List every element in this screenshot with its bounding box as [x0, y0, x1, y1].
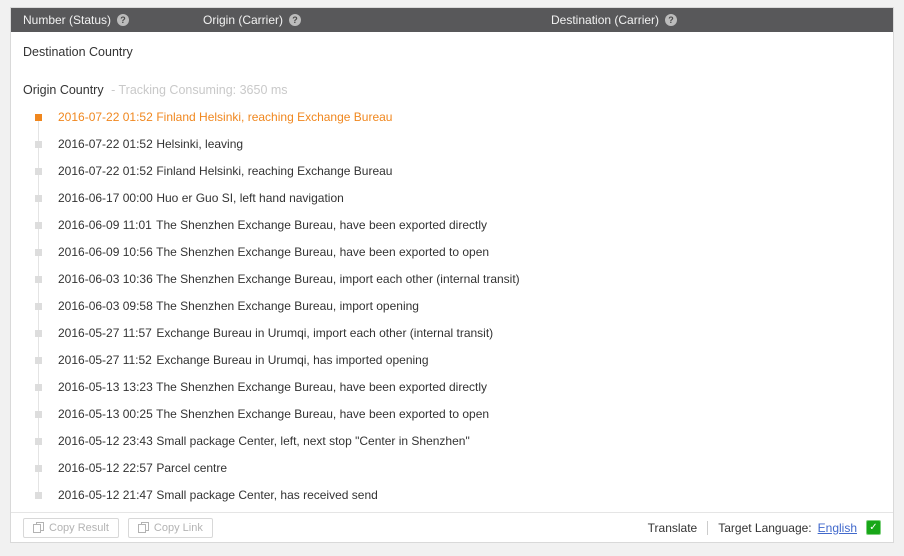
event-date: 2016-07-22 01:52 [58, 131, 153, 158]
timeline-dot-icon [35, 384, 42, 391]
event-date: 2016-06-03 09:58 [58, 293, 153, 320]
event-description: Finland Helsinki, reaching Exchange Bure… [156, 110, 392, 124]
event-date: 2016-06-09 11:01 [58, 212, 153, 239]
timeline-dot-icon [35, 357, 42, 364]
timeline-dot-icon [35, 141, 42, 148]
origin-country-label: Origin Country [23, 83, 104, 97]
event-description: The Shenzhen Exchange Bureau, have been … [156, 245, 489, 259]
copy-link-button[interactable]: Copy Link [128, 518, 213, 538]
event-date: 2016-05-13 13:23 [58, 374, 153, 401]
copy-icon [33, 522, 44, 533]
event-date: 2016-05-12 21:47 [58, 482, 153, 509]
timeline-dot-icon [35, 330, 42, 337]
divider [707, 521, 708, 535]
copy-icon [138, 522, 149, 533]
language-link[interactable]: English [818, 521, 857, 535]
tracking-result-panel: Number (Status) ? Origin (Carrier) ? Des… [10, 7, 894, 543]
event-date: 2016-05-27 11:52 [58, 347, 153, 374]
timeline-dot-icon [35, 492, 42, 499]
tracking-event-row: 2016-07-22 01:52 Finland Helsinki, reach… [11, 104, 893, 131]
origin-country-line: Origin Country - Tracking Consuming: 365… [23, 80, 893, 100]
header-column-label: Origin (Carrier) [203, 13, 283, 27]
help-icon[interactable]: ? [117, 14, 129, 26]
destination-country-label: Destination Country [23, 42, 893, 62]
header-column-destination-carrier: Destination (Carrier) ? [551, 8, 677, 32]
tracking-event-row: 2016-07-22 01:52 Helsinki, leaving [11, 131, 893, 158]
tracking-content: Destination Country Origin Country - Tra… [11, 32, 893, 512]
checkbox-checked-icon[interactable]: ✓ [866, 520, 881, 535]
target-language-label: Target Language: [718, 521, 811, 535]
event-description: Huo er Guo SI, left hand navigation [156, 191, 343, 205]
event-date: 2016-07-22 01:52 [58, 158, 153, 185]
help-icon[interactable]: ? [289, 14, 301, 26]
tracking-timeline: 2016-07-22 01:52 Finland Helsinki, reach… [11, 104, 893, 509]
timeline-dot-icon [35, 411, 42, 418]
tracking-event-row: 2016-05-27 11:52 Exchange Bureau in Urum… [11, 347, 893, 374]
event-date: 2016-07-22 01:52 [58, 104, 153, 131]
tracking-event-row: 2016-05-13 00:25 The Shenzhen Exchange B… [11, 401, 893, 428]
tracking-event-row: 2016-06-03 10:36 The Shenzhen Exchange B… [11, 266, 893, 293]
event-description: The Shenzhen Exchange Bureau, have been … [156, 218, 487, 232]
event-description: Finland Helsinki, reaching Exchange Bure… [156, 164, 392, 178]
event-description: The Shenzhen Exchange Bureau, import eac… [156, 272, 520, 286]
event-description: The Shenzhen Exchange Bureau, have been … [156, 380, 487, 394]
copy-result-button[interactable]: Copy Result [23, 518, 119, 538]
event-description: Small package Center, has received send [156, 488, 377, 502]
tracking-consuming-label: - Tracking Consuming: 3650 ms [111, 83, 287, 97]
event-date: 2016-05-13 00:25 [58, 401, 153, 428]
tracking-event-row: 2016-05-27 11:57 Exchange Bureau in Urum… [11, 320, 893, 347]
timeline-dot-icon [35, 303, 42, 310]
tracking-event-row: 2016-06-17 00:00 Huo er Guo SI, left han… [11, 185, 893, 212]
copy-result-label: Copy Result [49, 522, 109, 534]
timeline-dot-icon [35, 114, 42, 121]
tracking-event-row: 2016-05-12 21:47 Small package Center, h… [11, 482, 893, 509]
event-description: The Shenzhen Exchange Bureau, import ope… [156, 299, 419, 313]
event-date: 2016-05-12 23:43 [58, 428, 153, 455]
tracking-event-row: 2016-06-03 09:58 The Shenzhen Exchange B… [11, 293, 893, 320]
event-description: Helsinki, leaving [156, 137, 243, 151]
result-header-bar: Number (Status) ? Origin (Carrier) ? Des… [11, 8, 893, 32]
timeline-dot-icon [35, 249, 42, 256]
tracking-event-row: 2016-05-12 22:57 Parcel centre [11, 455, 893, 482]
tracking-event-row: 2016-06-09 10:56 The Shenzhen Exchange B… [11, 239, 893, 266]
event-description: The Shenzhen Exchange Bureau, have been … [156, 407, 489, 421]
footer-bar: Copy Result Copy Link Translate Target L… [11, 512, 893, 542]
event-date: 2016-06-09 10:56 [58, 239, 153, 266]
event-description: Small package Center, left, next stop "C… [156, 434, 469, 448]
timeline-dot-icon [35, 276, 42, 283]
event-date: 2016-05-27 11:57 [58, 320, 153, 347]
header-column-number-status: Number (Status) ? [23, 8, 129, 32]
footer-copy-buttons: Copy Result Copy Link [23, 518, 222, 538]
copy-link-label: Copy Link [154, 522, 203, 534]
header-column-label: Number (Status) [23, 13, 111, 27]
translate-controls: Translate Target Language: English ✓ [648, 520, 881, 535]
timeline-dot-icon [35, 168, 42, 175]
translate-label: Translate [648, 521, 698, 535]
timeline-dot-icon [35, 195, 42, 202]
event-description: Exchange Bureau in Urumqi, import each o… [156, 326, 493, 340]
event-date: 2016-05-12 22:57 [58, 455, 153, 482]
timeline-dot-icon [35, 438, 42, 445]
help-icon[interactable]: ? [665, 14, 677, 26]
tracking-event-row: 2016-05-12 23:43 Small package Center, l… [11, 428, 893, 455]
event-description: Parcel centre [156, 461, 227, 475]
header-column-label: Destination (Carrier) [551, 13, 659, 27]
timeline-dot-icon [35, 222, 42, 229]
header-column-origin-carrier: Origin (Carrier) ? [203, 8, 301, 32]
tracking-event-row: 2016-05-13 13:23 The Shenzhen Exchange B… [11, 374, 893, 401]
event-date: 2016-06-03 10:36 [58, 266, 153, 293]
tracking-event-row: 2016-07-22 01:52 Finland Helsinki, reach… [11, 158, 893, 185]
event-description: Exchange Bureau in Urumqi, has imported … [156, 353, 428, 367]
tracking-event-row: 2016-06-09 11:01 The Shenzhen Exchange B… [11, 212, 893, 239]
timeline-dot-icon [35, 465, 42, 472]
event-date: 2016-06-17 00:00 [58, 185, 153, 212]
